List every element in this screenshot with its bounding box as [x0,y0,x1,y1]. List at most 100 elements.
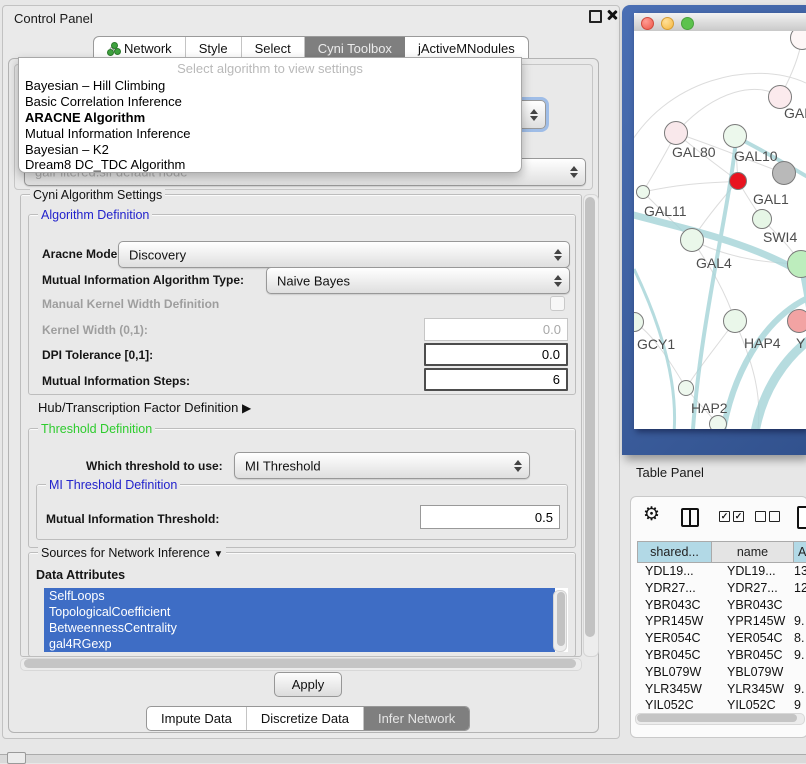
tab-style[interactable]: Style [186,37,242,59]
network-node[interactable] [723,309,747,333]
mi-threshold-label: Mutual Information Threshold: [46,512,219,526]
table-cell: 12 [794,581,806,595]
network-node-label: GAL4 [696,255,732,271]
mi-type-combo[interactable]: Naive Bayes [266,267,570,294]
settings-hscrollbar-thumb[interactable] [24,659,576,668]
tab-impute-data[interactable]: Impute Data [147,707,247,730]
expand-arrow-icon: ▶ [242,401,251,415]
list-scrollbar-thumb[interactable] [557,592,565,646]
list-item[interactable]: TopologicalCoefficient [44,604,555,620]
tab-network[interactable]: Network [94,37,186,59]
apply-button[interactable]: Apply [274,672,342,697]
kernel-width-input[interactable]: 0.0 [424,318,568,341]
which-threshold-value: MI Threshold [245,458,321,473]
table-row[interactable]: YBR043CYBR043C [633,598,805,615]
table-row[interactable]: YLR345WYLR345W9. [633,682,805,699]
network-canvas[interactable]: GALGAL80GAL10GAL11GAL1SWI4GAL4GCY1HAP4YH… [634,31,806,429]
close-traffic-light-icon[interactable] [641,17,654,30]
algorithm-option[interactable]: Bayesian – K2 [25,142,109,157]
network-node[interactable] [664,121,688,145]
mi-steps-input[interactable]: 6 [424,368,568,391]
tab-discretize-data-label: Discretize Data [261,711,349,726]
tab-cyni-toolbox[interactable]: Cyni Toolbox [305,37,405,59]
table-panel-title: Table Panel [636,465,704,480]
settings-scrollbar-thumb[interactable] [585,197,595,637]
network-node-label: SWI4 [763,229,797,245]
aracne-mode-combo[interactable]: Discovery [118,241,570,268]
sources-group-title[interactable]: Sources for Network Inference ▼ [38,546,226,560]
network-node-label: HAP2 [691,400,728,416]
float-panel-icon[interactable] [589,10,602,23]
tab-discretize-data[interactable]: Discretize Data [247,707,364,730]
table-row[interactable]: YIL052CYIL052C9 [633,698,805,711]
zoom-traffic-light-icon[interactable] [681,17,694,30]
which-threshold-combo[interactable]: MI Threshold [234,452,530,479]
algorithm-option[interactable]: Bayesian – Hill Climbing [25,78,165,93]
network-node[interactable] [636,185,650,199]
table-cell: YDR27... [645,581,696,595]
network-node-label: GAL80 [672,144,716,160]
mi-steps-label: Mutual Information Steps: [42,374,190,388]
mi-threshold-input[interactable]: 0.5 [420,505,560,529]
network-node[interactable] [752,209,772,229]
hub-definition-toggle[interactable]: Hub/Transcription Factor Definition ▶ [38,400,251,415]
table-cell: YDL19... [645,564,694,578]
network-node[interactable] [729,172,747,190]
table-row[interactable]: YPR145WYPR145W9. [633,614,805,631]
tab-select-label: Select [255,41,291,56]
combo-stepper-icon [530,109,538,121]
table-row[interactable]: YDL19...YDL19...13 [633,564,805,581]
network-node[interactable] [723,124,747,148]
kernel-width-label: Kernel Width (0,1): [42,323,148,337]
list-item[interactable]: BetweennessCentrality [44,620,555,636]
collapse-arrow-icon: ▼ [213,549,223,560]
algorithm-option[interactable]: Basic Correlation Inference [25,94,182,109]
tab-impute-data-label: Impute Data [161,711,232,726]
table-row[interactable]: YDR27...YDR27...12 [633,581,805,598]
data-attributes-list[interactable]: SelfLoops TopologicalCoefficient Between… [44,588,568,652]
algorithm-option[interactable]: Dream8 DC_TDC Algorithm [25,157,185,172]
network-node[interactable] [709,415,727,429]
list-item[interactable]: gal4RGexp [44,636,555,652]
tab-cyni-toolbox-label: Cyni Toolbox [318,41,392,56]
network-window-titlebar[interactable] [634,13,806,32]
table-cell: 13 [794,564,806,578]
close-panel-icon[interactable] [605,8,618,21]
settings-group-title: Cyni Algorithm Settings [30,188,165,202]
table-row[interactable]: YBR045CYBR045C9. [633,648,805,665]
table-cell: YPR145W [727,614,785,628]
manual-kernel-checkbox[interactable] [550,296,565,311]
algorithm-option[interactable]: Mutual Information Inference [25,126,190,141]
tab-infer-network[interactable]: Infer Network [364,707,469,730]
network-node[interactable] [678,380,694,396]
sources-title-label: Sources for Network Inference [41,546,210,560]
table-cell: YBR043C [645,598,701,612]
network-node[interactable] [772,161,796,185]
tab-style-label: Style [199,41,228,56]
table-row[interactable]: YER054CYER054C8. [633,631,805,648]
network-node[interactable] [680,228,704,252]
network-node-label: Y [796,335,805,351]
mi-type-value: Naive Bayes [277,273,350,288]
algorithm-dropdown-popup: Select algorithm to view settings Bayesi… [18,57,522,173]
dpi-tolerance-input[interactable]: 0.0 [424,343,568,366]
tab-select[interactable]: Select [242,37,305,59]
minimize-traffic-light-icon[interactable] [661,17,674,30]
tab-jactivemnodules[interactable]: jActiveMNodules [405,37,528,59]
hub-definition-label: Hub/Transcription Factor Definition [38,400,238,415]
table-hscrollbar-thumb[interactable] [637,714,797,722]
algorithm-option-selected[interactable]: ARACNE Algorithm [25,110,145,125]
network-node-label: GAL10 [734,148,778,164]
combo-stepper-icon [570,166,578,178]
corner-grip-button[interactable] [7,752,26,764]
table-cell: 9. [794,648,804,662]
aracne-mode-value: Discovery [129,247,186,262]
table-rows: YDL19...YDL19...13YDR27...YDR27...12YBR0… [631,497,806,711]
list-item[interactable]: SelfLoops [44,588,555,604]
table-cell: YBL079W [645,665,701,679]
table-cell: 8. [794,631,804,645]
algorithm-definition-title: Algorithm Definition [38,208,152,222]
network-node[interactable] [787,309,806,333]
dpi-tolerance-label: DPI Tolerance [0,1]: [42,348,153,362]
table-row[interactable]: YBL079WYBL079W [633,665,805,682]
